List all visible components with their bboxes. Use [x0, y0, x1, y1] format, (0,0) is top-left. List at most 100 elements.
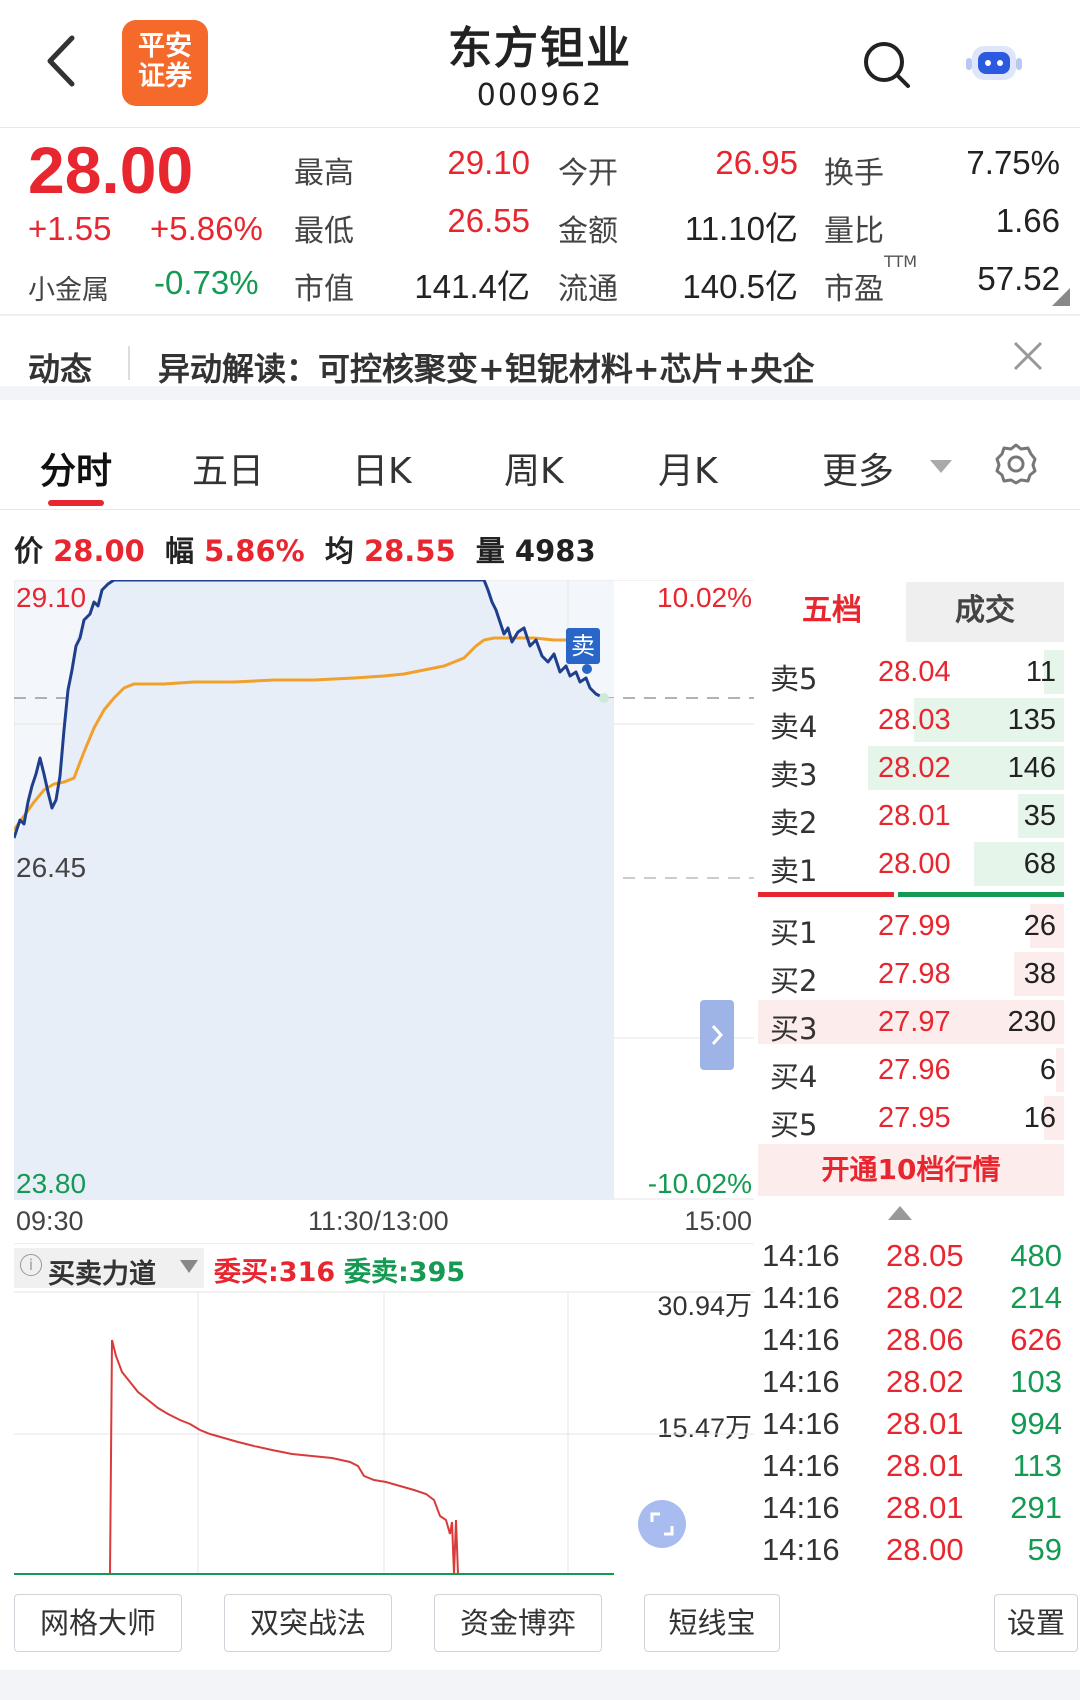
tab-monthly-k[interactable]: 月K [658, 442, 718, 494]
y-max-pct: 10.02% [657, 582, 752, 613]
settings-button[interactable]: 设置 [994, 1594, 1078, 1652]
avg-label: 均 [324, 534, 354, 568]
tool-bar: 网格大师 双突战法 资金博弈 短线宝 设置 [0, 1588, 1080, 1700]
tab-more[interactable]: 更多 [822, 442, 894, 494]
bottom-spacer [0, 1670, 1080, 1700]
bid-level: 买3 27.97 230 [758, 998, 1064, 1046]
trade-row: 14:16 28.02 214 [762, 1280, 1062, 1315]
gear-icon[interactable] [994, 442, 1038, 486]
field-label: 金额 [558, 214, 618, 249]
quote-summary: 28.00 +1.55 +5.86% 小金属 -0.73% 最高 29.10 最… [0, 128, 1080, 316]
tab-five-day[interactable]: 五日 [192, 442, 264, 494]
time-midday: 11:30/13:00 [308, 1206, 449, 1236]
news-headline[interactable]: 异动解读：可控核聚变+钽铌材料+芯片+央企 [158, 344, 814, 390]
field-value: 26.55 [447, 202, 530, 239]
amp-label: 幅 [164, 534, 194, 568]
sell-point-dot [582, 664, 592, 674]
tab-trades[interactable]: 成交 [906, 582, 1064, 642]
price-area [14, 580, 614, 1200]
tab-intraday[interactable]: 分时 [40, 442, 112, 494]
time-close: 15:00 [684, 1206, 752, 1236]
back-arrow-icon[interactable] [44, 34, 78, 88]
chevron-right-icon [711, 1025, 724, 1045]
time-open: 09:30 [16, 1206, 84, 1236]
fullscreen-icon [650, 1512, 674, 1536]
trade-row: 14:16 28.01 994 [762, 1406, 1062, 1441]
field-label: 今开 [558, 156, 618, 191]
grid-master-button[interactable]: 网格大师 [14, 1594, 182, 1652]
sector-name[interactable]: 小金属 [28, 268, 109, 307]
ask-level: 卖1 28.00 68 [758, 840, 1064, 888]
current-point-dot [599, 693, 609, 703]
search-icon[interactable] [862, 40, 912, 90]
corner-expand-icon[interactable] [1052, 288, 1070, 306]
crosshair-info: 价 28.00 幅 5.86% 均 28.55 量 4983 [14, 528, 596, 570]
vol-value: 4983 [514, 534, 596, 568]
ask-level: 卖4 28.03 135 [758, 696, 1064, 744]
price-change-pct: +5.86% [150, 210, 263, 247]
bid-ask-split-red [758, 892, 894, 897]
field-value: 29.10 [447, 144, 530, 181]
chevron-down-icon[interactable] [930, 460, 952, 474]
field-label: 市值 [294, 272, 354, 307]
avg-value: 28.55 [363, 534, 456, 568]
price-label: 价 [14, 534, 44, 568]
trade-row: 14:16 28.00 59 [762, 1532, 1062, 1567]
tab-weekly-k[interactable]: 周K [504, 442, 564, 494]
trade-row: 14:16 28.02 103 [762, 1364, 1062, 1399]
time-axis: 09:30 11:30/13:00 15:00 [14, 1202, 754, 1242]
y-mid-price: 26.45 [16, 852, 87, 883]
bid-level: 买1 27.99 26 [758, 902, 1064, 950]
close-icon[interactable] [1012, 340, 1044, 372]
ask-level: 卖2 28.01 35 [758, 792, 1064, 840]
amp-value: 5.86% [204, 534, 305, 568]
field-label: 流通 [558, 272, 618, 307]
buy-force-line [14, 1339, 614, 1575]
sector-change-pct[interactable]: -0.73% [154, 264, 259, 302]
top-bar: 平安 证券 东方钽业 000962 [0, 0, 1080, 128]
field-value: 7.75% [966, 144, 1060, 181]
expand-orderbook-button[interactable] [700, 1000, 734, 1070]
trade-row: 14:16 28.01 291 [762, 1490, 1062, 1525]
price-value: 28.00 [53, 534, 145, 568]
capital-game-button[interactable]: 资金博弈 [434, 1594, 602, 1652]
tab-five-level[interactable]: 五档 [758, 582, 906, 642]
trade-row: 14:16 28.06 626 [762, 1322, 1062, 1357]
short-term-button[interactable]: 短线宝 [644, 1594, 780, 1652]
field-value: 140.5亿 [682, 268, 798, 305]
ask-level: 卖5 28.04 11 [758, 648, 1064, 696]
buy-sell-force-panel[interactable]: i 买卖力道 委买:316 委卖:395 30.94万 15.47万 [14, 1243, 754, 1575]
field-label: 量比 [824, 214, 884, 249]
price-change: +1.55 [28, 210, 112, 247]
vol-label: 量 [475, 534, 505, 568]
broker-logo[interactable]: 平安 证券 [122, 20, 208, 106]
ask-level: 卖3 28.02 146 [758, 744, 1064, 792]
intraday-chart[interactable]: 29.10 26.45 23.80 10.02% -10.02% 卖 [14, 580, 754, 1200]
fullscreen-button[interactable] [638, 1500, 686, 1548]
chart-period-tabs: 分时 五日 日K 周K 月K 更多 [0, 420, 1080, 510]
news-tag: 动态 [28, 350, 93, 388]
active-tab-indicator [48, 500, 104, 506]
last-price: 28.00 [28, 133, 194, 207]
sell-marker[interactable]: 卖 [566, 628, 600, 664]
stock-name: 东方钽业 [448, 23, 632, 74]
field-label: 市盈 [824, 272, 884, 307]
tab-daily-k[interactable]: 日K [352, 442, 412, 494]
field-value: 1.66 [995, 202, 1060, 239]
ai-assistant-robot-icon[interactable] [964, 38, 1024, 88]
trade-row: 14:16 28.05 480 [762, 1238, 1062, 1273]
field-label: 最高 [294, 156, 354, 191]
scroll-up-icon[interactable] [888, 1206, 912, 1222]
news-ticker[interactable]: 动态 异动解读：可控核聚变+钽铌材料+芯片+央企 [0, 316, 1080, 400]
news-divider [128, 346, 130, 380]
bid-ask-split-green [898, 892, 1064, 897]
bid-level: 买5 27.95 16 [758, 1094, 1064, 1142]
field-label: 换手 [824, 156, 884, 191]
trade-row: 14:16 28.01 113 [762, 1448, 1062, 1483]
field-value: 26.95 [715, 144, 798, 181]
double-breakout-button[interactable]: 双突战法 [224, 1594, 392, 1652]
bid-level: 买4 27.96 6 [758, 1046, 1064, 1094]
y-max-price: 29.10 [16, 582, 87, 613]
upgrade-level10-button[interactable]: 开通10档行情 [758, 1144, 1064, 1196]
stock-code: 000962 [476, 78, 604, 113]
